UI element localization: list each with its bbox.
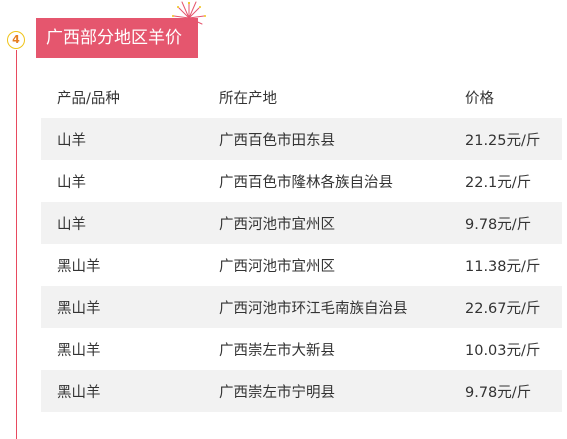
cell-product: 山羊 <box>57 216 86 233</box>
cell-price: 9.78元/斤 <box>465 216 532 233</box>
table-row: 山羊 广西百色市田东县 21.25元/斤 <box>41 118 562 160</box>
cell-price: 21.25元/斤 <box>465 132 541 149</box>
cell-price: 11.38元/斤 <box>465 258 541 275</box>
cell-product: 黑山羊 <box>57 258 101 275</box>
cell-price: 22.67元/斤 <box>465 300 541 317</box>
table-row: 黑山羊 广西河池市宜州区 11.38元/斤 <box>41 244 562 286</box>
section-number-badge: 4 <box>7 31 25 49</box>
cell-origin: 广西崇左市宁明县 <box>219 384 335 401</box>
table-row: 山羊 广西百色市隆林各族自治县 22.1元/斤 <box>41 160 562 202</box>
header-price: 价格 <box>465 90 494 107</box>
cell-price: 22.1元/斤 <box>465 174 532 191</box>
cell-origin: 广西百色市田东县 <box>219 132 335 149</box>
timeline-line <box>16 50 17 439</box>
cell-origin: 广西河池市宜州区 <box>219 258 335 275</box>
table-row: 黑山羊 广西崇左市宁明县 9.78元/斤 <box>41 370 562 412</box>
cell-origin: 广西百色市隆林各族自治县 <box>219 174 393 191</box>
table-header-row: 产品/品种 所在产地 价格 <box>41 76 562 118</box>
cell-product: 黑山羊 <box>57 384 101 401</box>
table-row: 黑山羊 广西崇左市大新县 10.03元/斤 <box>41 328 562 370</box>
cell-origin: 广西崇左市大新县 <box>219 342 335 359</box>
header-origin: 所在产地 <box>219 90 277 107</box>
cell-price: 9.78元/斤 <box>465 384 532 401</box>
firework-icon <box>172 1 206 25</box>
cell-price: 10.03元/斤 <box>465 342 541 359</box>
cell-origin: 广西河池市宜州区 <box>219 216 335 233</box>
table-row: 黑山羊 广西河池市环江毛南族自治县 22.67元/斤 <box>41 286 562 328</box>
table-row: 山羊 广西河池市宜州区 9.78元/斤 <box>41 202 562 244</box>
cell-origin: 广西河池市环江毛南族自治县 <box>219 300 408 317</box>
cell-product: 山羊 <box>57 132 86 149</box>
cell-product: 黑山羊 <box>57 342 101 359</box>
cell-product: 黑山羊 <box>57 300 101 317</box>
cell-product: 山羊 <box>57 174 86 191</box>
price-table: 产品/品种 所在产地 价格 山羊 广西百色市田东县 21.25元/斤 山羊 广西… <box>41 76 562 412</box>
header-product: 产品/品种 <box>57 90 120 107</box>
